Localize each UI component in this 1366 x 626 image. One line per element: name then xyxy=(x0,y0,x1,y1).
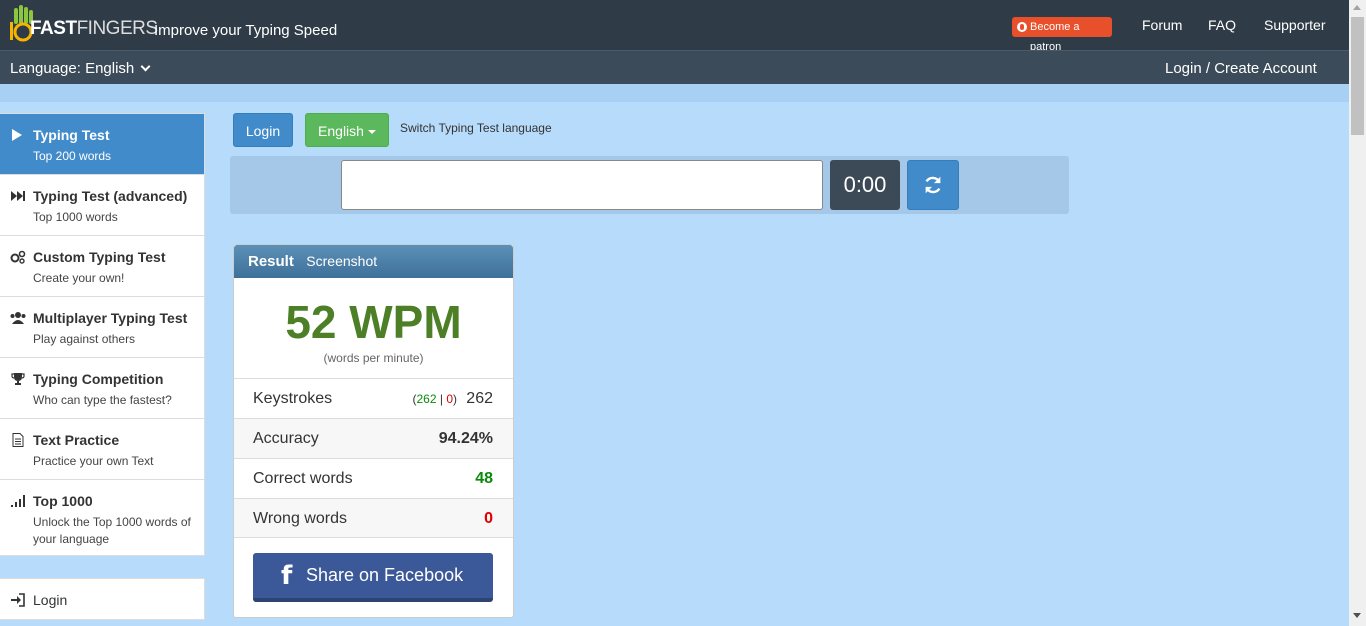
screenshot-link[interactable]: Screenshot xyxy=(306,253,377,269)
sign-in-icon xyxy=(11,593,25,607)
wrong-words-row: Wrong words 0 xyxy=(234,498,513,538)
sidebar-item-competition[interactable]: Typing Competition Who can type the fast… xyxy=(0,358,204,419)
fast-forward-icon xyxy=(11,191,25,201)
sidebar-item-title: Typing Test xyxy=(33,127,110,143)
typing-input-row: 0:00 xyxy=(230,156,1069,214)
gears-icon xyxy=(10,250,26,264)
become-patron-button[interactable]: Become a patron xyxy=(1012,17,1112,53)
sidebar-item-typing-test-advanced[interactable]: Typing Test (advanced) Top 1000 words xyxy=(0,175,204,236)
sidebar-item-title: Typing Test (advanced) xyxy=(33,188,188,204)
keystrokes-correct: 262 xyxy=(416,392,437,406)
document-icon xyxy=(12,433,24,447)
switch-language-text: Switch Typing Test language xyxy=(400,121,552,135)
timer: 0:00 xyxy=(830,160,900,210)
wpm-value: 52 WPM xyxy=(285,296,462,348)
keystrokes-wrong: 0 xyxy=(446,392,453,406)
accuracy-row: Accuracy 94.24% xyxy=(234,418,513,458)
sidebar: Typing Test Top 200 words Typing Test (a… xyxy=(0,113,205,556)
page-scrollbar[interactable] xyxy=(1349,0,1366,626)
sidebar-item-custom-typing-test[interactable]: Custom Typing Test Create your own! xyxy=(0,236,204,297)
keystrokes-row: Keystrokes (262 | 0) 262 xyxy=(234,378,513,418)
trophy-icon xyxy=(11,373,25,385)
language-dropdown-label: English xyxy=(318,123,364,139)
sidebar-item-title: Multiplayer Typing Test xyxy=(33,310,188,326)
sidebar-item-top-1000[interactable]: Top 1000 Unlock the Top 1000 words of yo… xyxy=(0,480,204,555)
logo-text: FASTFINGERS xyxy=(30,18,158,39)
signal-bars-icon xyxy=(11,495,25,507)
chevron-down-icon xyxy=(140,61,151,72)
accuracy-label: Accuracy xyxy=(253,430,319,447)
sidebar-item-subtitle: Who can type the fastest? xyxy=(33,393,172,407)
nav-supporter[interactable]: Supporter xyxy=(1264,17,1325,33)
keystrokes-label: Keystrokes xyxy=(253,390,333,407)
keystrokes-separator: | xyxy=(439,392,443,406)
wrong-words-label: Wrong words xyxy=(253,510,347,527)
sidebar-item-title: Text Practice xyxy=(33,432,120,448)
login-button[interactable]: Login xyxy=(233,113,293,147)
reload-button[interactable] xyxy=(907,160,959,210)
scroll-up-arrow-icon[interactable] xyxy=(1353,5,1361,10)
sidebar-item-subtitle: Unlock the Top 1000 words of your langua… xyxy=(33,515,191,546)
header-stripe xyxy=(0,84,1349,102)
correct-words-row: Correct words 48 xyxy=(234,458,513,498)
language-label: Language: English xyxy=(10,60,135,77)
caret-down-icon xyxy=(367,130,376,135)
result-panel: Result Screenshot 52 WPM (words per minu… xyxy=(233,244,514,618)
wrong-words-value: 0 xyxy=(484,510,493,527)
play-icon xyxy=(12,129,22,141)
correct-words-label: Correct words xyxy=(253,470,353,487)
site-logo[interactable]: FASTFINGERS xyxy=(10,4,158,44)
typing-input[interactable] xyxy=(341,160,823,210)
nav-faq[interactable]: FAQ xyxy=(1208,17,1236,33)
result-header: Result Screenshot xyxy=(234,245,513,278)
share-facebook-button[interactable]: f Share on Facebook xyxy=(253,553,493,602)
sidebar-item-title: Custom Typing Test xyxy=(33,249,166,265)
language-dropdown-button[interactable]: English xyxy=(305,113,389,147)
sidebar-item-typing-test[interactable]: Typing Test Top 200 words xyxy=(0,114,204,175)
sidebar-item-subtitle: Top 200 words xyxy=(33,149,112,163)
sidebar-item-title: Typing Competition xyxy=(33,371,164,387)
top-header: FASTFINGERS Improve your Typing Speed Be… xyxy=(0,0,1349,53)
correct-words-value: 48 xyxy=(475,470,493,487)
patreon-icon xyxy=(1017,22,1027,32)
tagline: Improve your Typing Speed xyxy=(154,22,338,39)
users-icon xyxy=(10,312,26,324)
sidebar-item-subtitle: Play against others xyxy=(33,332,136,346)
nav-forum[interactable]: Forum xyxy=(1142,17,1182,33)
scroll-down-arrow-icon[interactable] xyxy=(1353,613,1361,618)
result-title: Result xyxy=(248,253,294,270)
sidebar-item-text-practice[interactable]: Text Practice Practice your own Text xyxy=(0,419,204,480)
share-facebook-label: Share on Facebook xyxy=(306,565,464,585)
sidebar-item-multiplayer[interactable]: Multiplayer Typing Test Play against oth… xyxy=(0,297,204,358)
sidebar-login[interactable]: Login xyxy=(0,578,205,620)
sidebar-item-title: Top 1000 xyxy=(33,493,93,509)
sidebar-item-subtitle: Top 1000 words xyxy=(33,210,118,224)
keystrokes-detail: (262 | 0) xyxy=(412,392,457,406)
login-create-account-link[interactable]: Login / Create Account xyxy=(1165,60,1317,77)
sidebar-item-subtitle: Practice your own Text xyxy=(33,454,154,468)
sidebar-item-subtitle: Create your own! xyxy=(33,271,125,285)
refresh-icon xyxy=(925,176,941,194)
facebook-icon: f xyxy=(281,561,293,591)
keystrokes-total: 262 xyxy=(466,390,493,407)
language-bar: Language: English Login / Create Account xyxy=(0,50,1349,84)
wpm-subtitle: (words per minute) xyxy=(323,351,424,365)
accuracy-value: 94.24% xyxy=(438,430,493,447)
language-selector[interactable]: Language: English xyxy=(10,60,151,77)
sidebar-login-label: Login xyxy=(33,592,68,608)
patron-label: Become a patron xyxy=(1030,21,1080,53)
scroll-thumb[interactable] xyxy=(1351,17,1364,135)
